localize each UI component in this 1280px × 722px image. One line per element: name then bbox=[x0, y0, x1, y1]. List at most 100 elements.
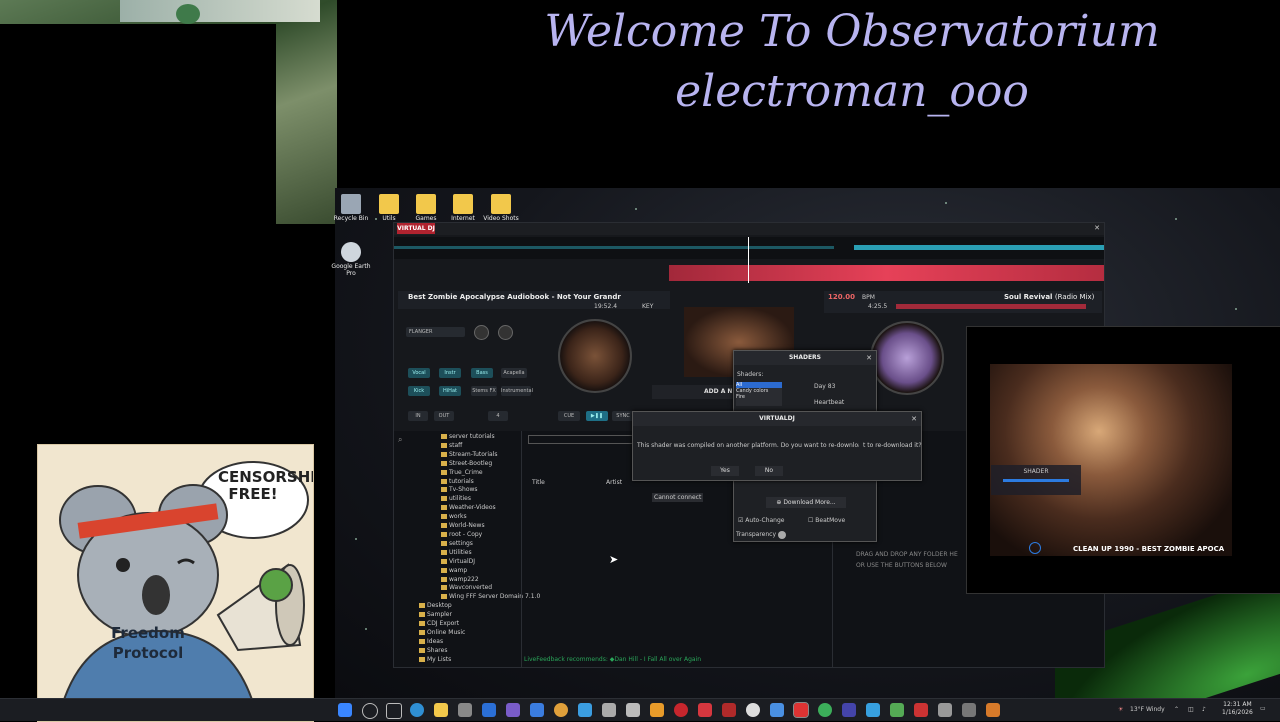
app-icon[interactable] bbox=[698, 703, 712, 717]
download-more-button[interactable]: ⊕ Download More... bbox=[766, 497, 846, 508]
app-icon[interactable] bbox=[986, 703, 1000, 717]
folder-tree-item[interactable]: Tv-Shows bbox=[419, 486, 519, 495]
search-icon[interactable]: ⌕ bbox=[398, 435, 402, 445]
task-view-icon[interactable] bbox=[386, 703, 402, 719]
beatmove-checkbox[interactable]: ☐ BeatMove bbox=[808, 517, 845, 524]
folder-tree-item[interactable]: CDJ Export bbox=[419, 620, 519, 629]
stem-hihat-button[interactable]: HiHat bbox=[439, 386, 461, 396]
folder-tree-item[interactable]: Street-Bootleg bbox=[419, 460, 519, 469]
folder-tree-item[interactable]: settings bbox=[419, 540, 519, 549]
app-icon[interactable] bbox=[914, 703, 928, 717]
notifications-icon[interactable]: ▭ bbox=[1260, 705, 1266, 712]
folder-tree-item[interactable]: tutorials bbox=[419, 478, 519, 487]
stem-bass-button[interactable]: Bass bbox=[471, 368, 493, 378]
yes-button[interactable]: Yes bbox=[711, 466, 739, 476]
loop-in-button[interactable]: IN bbox=[408, 411, 428, 421]
folder-tree-item[interactable]: utilities bbox=[419, 495, 519, 504]
stem-kick-button[interactable]: Kick bbox=[408, 386, 430, 396]
app-icon[interactable] bbox=[818, 703, 832, 717]
stem-instr-button[interactable]: Instr bbox=[439, 368, 461, 378]
tray-chevron-icon[interactable]: ⌃ bbox=[1174, 706, 1179, 713]
category-item[interactable]: Fire bbox=[736, 394, 782, 400]
folder-tree-item[interactable]: Sampler bbox=[419, 611, 519, 620]
folder-tree-item[interactable]: Ideas bbox=[419, 638, 519, 647]
file-explorer-icon[interactable] bbox=[434, 703, 448, 717]
folder-tree-item[interactable]: works bbox=[419, 513, 519, 522]
app-icon[interactable] bbox=[962, 703, 976, 717]
waveform-overview[interactable] bbox=[394, 237, 1104, 259]
store-icon[interactable] bbox=[458, 703, 472, 717]
close-icon[interactable]: ✕ bbox=[866, 354, 872, 362]
weather-icon[interactable]: ☀ bbox=[1118, 706, 1123, 713]
deck-left-platter[interactable] bbox=[558, 319, 632, 393]
stems-fx-button[interactable]: Stems FX bbox=[471, 386, 497, 396]
shader-category-list[interactable]: All Candy colors Fire bbox=[736, 382, 782, 406]
fx-select[interactable]: FLANGER bbox=[406, 327, 465, 337]
app-icon[interactable] bbox=[890, 703, 904, 717]
folder-tree-item[interactable]: wamp222 bbox=[419, 576, 519, 585]
start-button-icon[interactable] bbox=[338, 703, 352, 717]
app-icon[interactable] bbox=[938, 703, 952, 717]
app-icon[interactable] bbox=[770, 703, 784, 717]
app-icon[interactable] bbox=[626, 703, 640, 717]
window-close-icon[interactable]: ✕ bbox=[1094, 224, 1100, 232]
network-icon[interactable]: ◫ bbox=[1188, 706, 1194, 713]
cue-button[interactable]: CUE bbox=[558, 411, 580, 421]
app-icon[interactable] bbox=[866, 703, 880, 717]
app-icon[interactable] bbox=[842, 703, 856, 717]
app-icon[interactable] bbox=[506, 703, 520, 717]
stem-acapella-button[interactable]: Acapella bbox=[501, 368, 527, 378]
app-icon[interactable] bbox=[578, 703, 592, 717]
folder-tree-item[interactable]: Wavconverted bbox=[419, 584, 519, 593]
folder-tree-item[interactable]: Stream-Tutorials bbox=[419, 451, 519, 460]
obs-icon[interactable] bbox=[746, 703, 760, 717]
folder-tree-item[interactable]: Shares bbox=[419, 647, 519, 656]
virtualdj-taskbar-icon[interactable] bbox=[793, 702, 809, 718]
folder-tree-item[interactable]: World-News bbox=[419, 522, 519, 531]
auto-change-checkbox[interactable]: ☑ Auto-Change bbox=[738, 517, 784, 524]
close-icon[interactable]: ✕ bbox=[911, 415, 917, 423]
volume-icon[interactable]: ♪ bbox=[1202, 706, 1206, 713]
desktop-icon-video-shots[interactable]: Video Shots bbox=[478, 194, 524, 222]
fx-knob-2[interactable] bbox=[498, 325, 513, 340]
folder-tree-item[interactable]: My Lists bbox=[419, 656, 519, 665]
app-icon[interactable] bbox=[722, 703, 736, 717]
waveform-right-deck[interactable] bbox=[669, 265, 1104, 281]
search-icon[interactable] bbox=[362, 703, 378, 719]
folder-tree-item[interactable]: Desktop bbox=[419, 602, 519, 611]
mail-icon[interactable] bbox=[482, 703, 496, 717]
no-button[interactable]: No bbox=[755, 466, 783, 476]
transparency-knob[interactable] bbox=[778, 531, 786, 539]
folder-tree[interactable]: server tutorials staff Stream-Tutorials Str… bbox=[419, 433, 540, 665]
folder-tree-item[interactable]: staff bbox=[419, 442, 519, 451]
vlc-icon[interactable] bbox=[650, 703, 664, 717]
app-icon[interactable] bbox=[602, 703, 616, 717]
column-artist[interactable]: Artist bbox=[606, 479, 622, 486]
deck-right-platter[interactable] bbox=[870, 321, 944, 395]
folder-tree-item[interactable]: Online Music bbox=[419, 629, 519, 638]
chrome-icon[interactable] bbox=[554, 703, 568, 717]
shader-item[interactable]: Day 83 bbox=[814, 383, 835, 390]
folder-tree-item[interactable]: Weather-Videos bbox=[419, 504, 519, 513]
folder-tree-item[interactable]: Wing FFF Server Domain 7.1.0 bbox=[419, 593, 540, 602]
folder-tree-item[interactable]: Utilities bbox=[419, 549, 519, 558]
column-title[interactable]: Title bbox=[532, 479, 545, 486]
folder-tree-item[interactable]: True_Crime bbox=[419, 469, 519, 478]
stem-vocal-button[interactable]: Vocal bbox=[408, 368, 430, 378]
search-input[interactable] bbox=[528, 435, 635, 444]
play-pause-button[interactable]: ▶❚❚ bbox=[586, 411, 608, 421]
edge-icon[interactable] bbox=[410, 703, 424, 717]
loop-size[interactable]: 4 bbox=[488, 411, 508, 421]
folder-tree-item[interactable]: server tutorials bbox=[419, 433, 519, 442]
fx-knob-1[interactable] bbox=[474, 325, 489, 340]
folder-tree-item[interactable]: wamp bbox=[419, 567, 519, 576]
weather-text[interactable]: 13°F Windy bbox=[1130, 706, 1165, 713]
loop-out-button[interactable]: OUT bbox=[434, 411, 454, 421]
redownload-dialog[interactable]: VIRTUALDJ ✕ This shader was compiled on … bbox=[632, 411, 922, 481]
desktop-icon-google-earth[interactable]: Google Earth Pro bbox=[328, 242, 374, 277]
folder-tree-item[interactable]: root - Copy bbox=[419, 531, 519, 540]
clock[interactable]: 12:31 AM 1/16/2026 bbox=[1222, 701, 1253, 717]
app-icon[interactable] bbox=[530, 703, 544, 717]
sync-button[interactable]: SYNC bbox=[612, 411, 634, 421]
folder-tree-item[interactable]: VirtualDJ bbox=[419, 558, 519, 567]
